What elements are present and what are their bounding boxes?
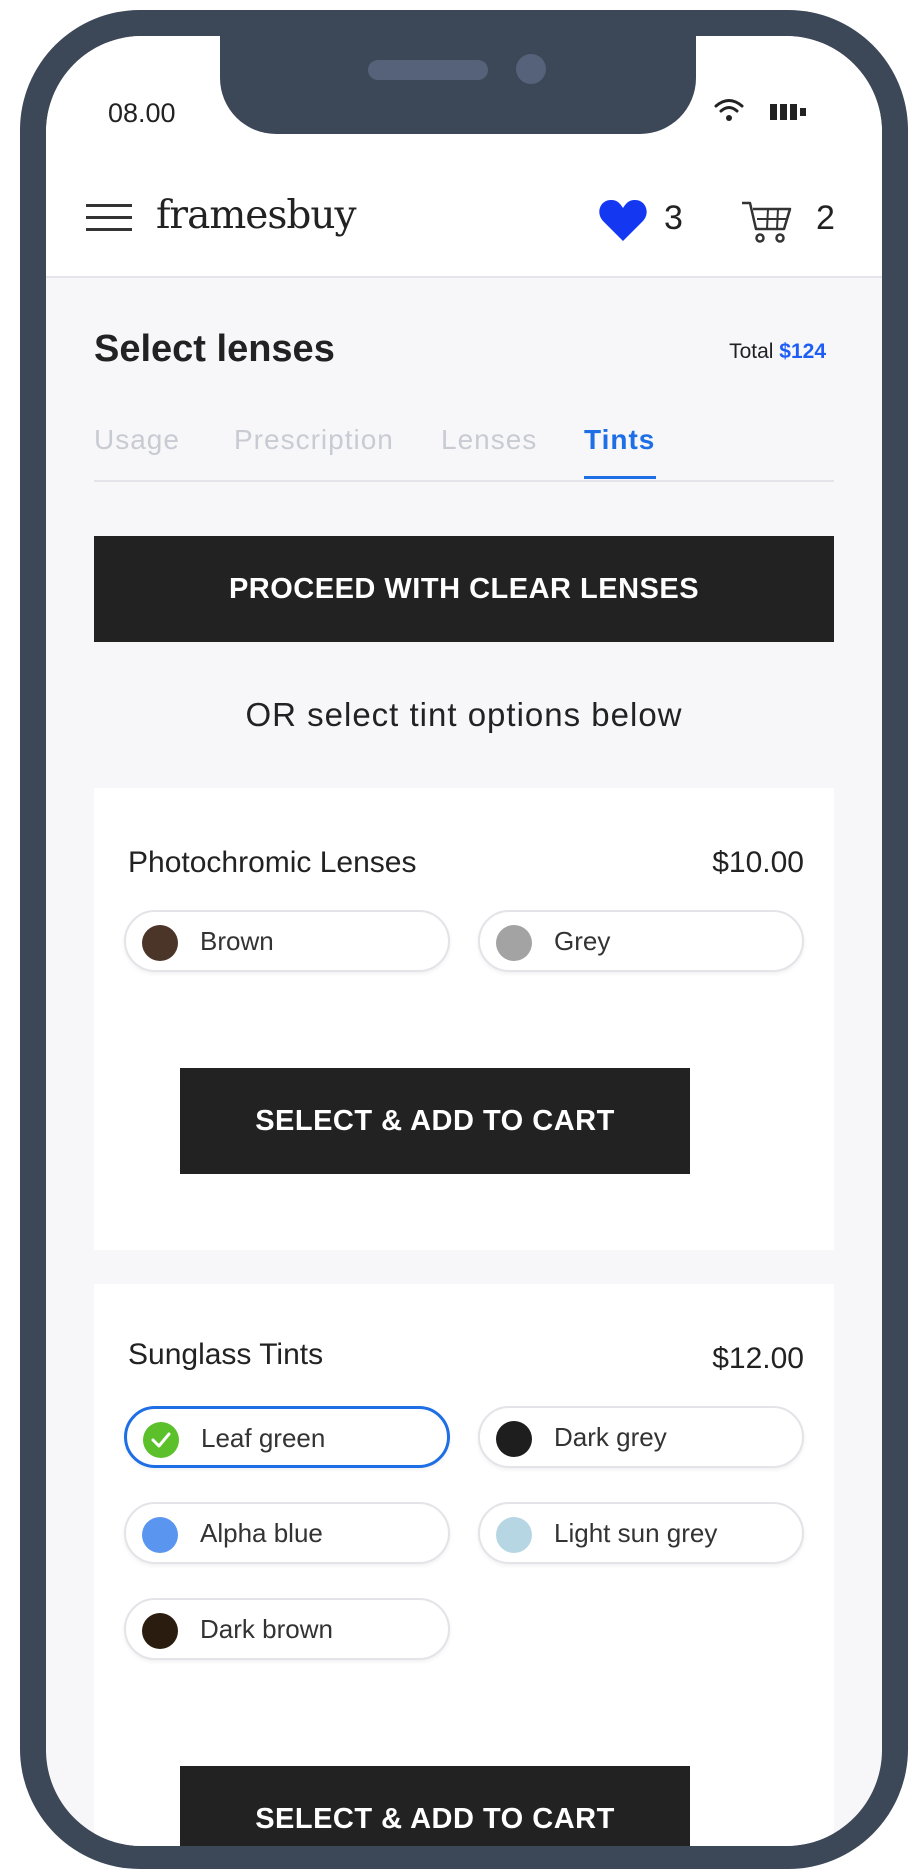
total-label: Total xyxy=(729,340,774,363)
total-value: $124 xyxy=(779,340,826,363)
tint-label: Alpha blue xyxy=(200,1518,323,1548)
sunglass-title: Sunglass Tints xyxy=(128,1338,324,1371)
photochromic-price: $10.00 xyxy=(712,846,804,879)
app-header: framesbuy 3 2 xyxy=(46,141,882,278)
active-tab-indicator xyxy=(584,476,656,479)
tab-usage[interactable]: Usage xyxy=(94,424,180,456)
step-tabs: Usage Prescription Lenses Tints xyxy=(94,424,834,482)
tint-option-alpha-blue[interactable]: Alpha blue xyxy=(124,1502,450,1564)
tint-option-brown[interactable]: Brown xyxy=(124,910,450,972)
phone-notch xyxy=(220,36,696,134)
light-sun-grey-swatch xyxy=(496,1517,532,1553)
or-select-text: OR select tint options below xyxy=(245,696,683,733)
check-icon xyxy=(151,1432,171,1448)
cart-count: 2 xyxy=(816,199,835,237)
status-bar: 08.00 xyxy=(46,36,882,141)
heart-icon[interactable] xyxy=(598,197,648,243)
tab-tints[interactable]: Tints xyxy=(584,424,655,456)
select-add-to-cart-button[interactable]: SELECT & ADD TO CART xyxy=(180,1766,690,1846)
hamburger-menu-icon[interactable] xyxy=(86,203,134,233)
tab-prescription[interactable]: Prescription xyxy=(234,424,394,456)
tint-label: Leaf green xyxy=(201,1423,326,1453)
status-time: 08.00 xyxy=(108,98,176,128)
tint-label: Grey xyxy=(554,926,611,956)
alpha-blue-swatch xyxy=(142,1517,178,1553)
photochromic-title: Photochromic Lenses xyxy=(128,846,417,879)
proceed-clear-lenses-button[interactable]: PROCEED WITH CLEAR LENSES xyxy=(94,536,834,642)
phone-frame: 08.00 framesbuy 3 2 Select lenses Total … xyxy=(20,10,908,1869)
tint-option-dark-grey[interactable]: Dark grey xyxy=(478,1406,804,1468)
tint-option-grey[interactable]: Grey xyxy=(478,910,804,972)
photochromic-card: Photochromic Lenses $10.00 Brown Grey xyxy=(94,788,834,1250)
tint-label: Light sun grey xyxy=(554,1518,718,1548)
front-camera xyxy=(516,54,546,84)
grey-swatch xyxy=(496,925,532,961)
wifi-icon xyxy=(714,99,744,121)
order-total: Total $124 xyxy=(729,340,826,364)
page-title: Select lenses xyxy=(94,328,335,370)
select-add-to-cart-button[interactable]: SELECT & ADD TO CART xyxy=(180,1068,690,1174)
tint-option-dark-brown[interactable]: Dark brown xyxy=(124,1598,450,1660)
tint-label: Dark brown xyxy=(200,1614,333,1644)
tint-option-leaf-green[interactable]: Leaf green xyxy=(124,1406,450,1468)
brown-swatch xyxy=(142,925,178,961)
tint-option-light-sun-grey[interactable]: Light sun grey xyxy=(478,1502,804,1564)
phone-screen: 08.00 framesbuy 3 2 Select lenses Total … xyxy=(46,36,882,1846)
wishlist-count: 3 xyxy=(664,199,683,237)
battery-icon xyxy=(770,104,806,120)
dark-brown-swatch xyxy=(142,1613,178,1649)
tint-label: Dark grey xyxy=(554,1422,667,1452)
tint-label: Brown xyxy=(200,926,274,956)
tab-lenses[interactable]: Lenses xyxy=(441,424,537,456)
sunglass-tints-card: Sunglass Tints $12.00 Leaf green Dark gr… xyxy=(94,1284,834,1846)
cart-icon[interactable] xyxy=(740,197,794,245)
dark-grey-swatch xyxy=(496,1421,532,1457)
sunglass-price: $12.00 xyxy=(712,1342,804,1375)
speaker-grille xyxy=(368,60,488,80)
brand-logo[interactable]: framesbuy xyxy=(156,193,357,238)
